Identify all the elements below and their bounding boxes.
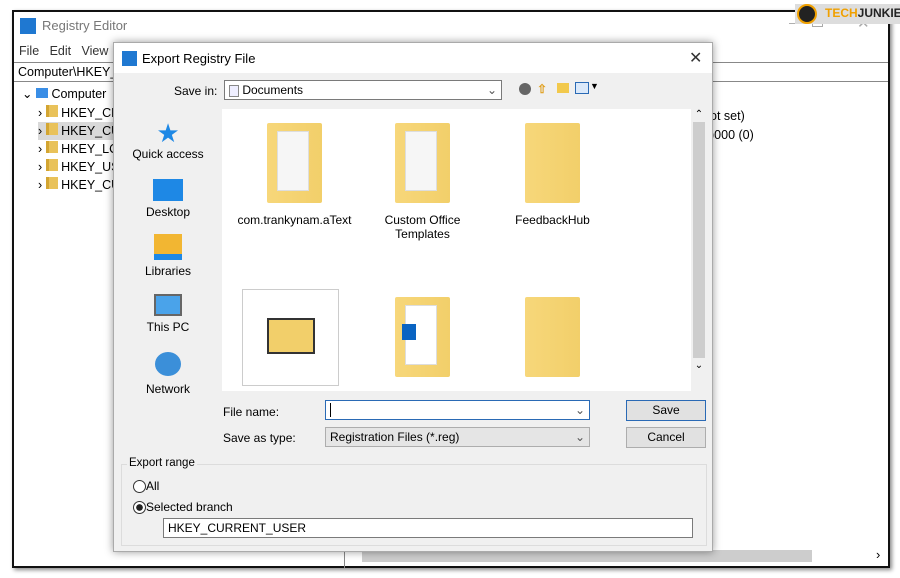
registry-folder-icon: [266, 318, 315, 354]
value-data: )000 (0): [710, 128, 754, 142]
place-network[interactable]: Network: [123, 352, 213, 396]
regedit-icon: [122, 51, 137, 66]
file-item[interactable]: [360, 297, 485, 377]
outlook-folder-icon: [395, 297, 450, 377]
star-icon: ★: [156, 118, 180, 148]
regedit-icon: [20, 18, 36, 34]
menu-edit[interactable]: Edit: [50, 44, 72, 58]
tree-computer[interactable]: ⌄ Computer: [22, 86, 106, 101]
computer-icon: [35, 88, 48, 98]
computer-icon: [154, 294, 182, 316]
documents-icon: [229, 84, 239, 97]
view-menu-icon[interactable]: [575, 82, 589, 94]
desktop-icon: [153, 179, 183, 201]
save-as-type-dropdown[interactable]: Registration Files (*.reg) ⌄: [325, 427, 590, 447]
branch-input[interactable]: HKEY_CURRENT_USER: [163, 518, 693, 538]
window-title: Registry Editor: [42, 18, 128, 33]
techjunkie-watermark: TECHJUNKIE: [795, 4, 900, 24]
radio-selected-branch[interactable]: Selected branch: [133, 500, 233, 515]
folder-icon: [45, 141, 58, 153]
export-range-label: Export range: [127, 457, 197, 469]
folder-icon: [45, 159, 58, 171]
scroll-down-icon[interactable]: ⌄: [691, 360, 707, 371]
place-quick-access[interactable]: ★ Quick access: [123, 119, 213, 161]
place-this-pc[interactable]: This PC: [123, 294, 213, 334]
folder-icon: [525, 123, 580, 203]
save-in-dropdown[interactable]: Documents ⌄: [224, 80, 502, 100]
back-icon[interactable]: [519, 83, 531, 95]
export-registry-dialog: Export Registry File ✕ Save in: Document…: [113, 42, 713, 552]
save-as-type-label: Save as type:: [223, 431, 296, 445]
scroll-right-icon[interactable]: ›: [876, 547, 880, 562]
scroll-up-icon[interactable]: ⌃: [691, 109, 707, 120]
folder-icon: [45, 105, 58, 117]
folder-icon: [395, 123, 450, 203]
vertical-scrollbar[interactable]: ⌃ ⌄: [691, 109, 707, 391]
folder-icon: [525, 297, 580, 377]
network-icon: [155, 352, 181, 376]
chevron-down-icon: ⌄: [486, 83, 497, 97]
file-item-selected[interactable]: [242, 289, 339, 386]
menu-file[interactable]: File: [19, 44, 39, 58]
dialog-close-button[interactable]: ✕: [689, 48, 702, 68]
scroll-thumb[interactable]: [693, 122, 705, 358]
dialog-title: Export Registry File: [142, 51, 256, 66]
view-dropdown-arrow-icon[interactable]: ▼: [590, 81, 599, 91]
save-in-label: Save in:: [174, 84, 218, 98]
libraries-icon: [154, 234, 182, 260]
folder-icon: [45, 123, 58, 135]
place-desktop[interactable]: Desktop: [123, 179, 213, 219]
file-item[interactable]: FeedbackHub: [490, 123, 615, 227]
file-name-label: File name:: [223, 405, 280, 419]
radio-all[interactable]: All: [133, 479, 159, 494]
file-item[interactable]: [490, 297, 615, 377]
folder-icon: [45, 177, 58, 189]
menu-bar: File Edit View: [19, 44, 108, 58]
folder-icon: [267, 123, 322, 203]
file-item[interactable]: Custom Office Templates: [360, 123, 485, 241]
place-libraries[interactable]: Libraries: [123, 234, 213, 278]
cancel-button[interactable]: Cancel: [626, 427, 706, 448]
value-data: ot set): [710, 109, 745, 123]
new-folder-icon[interactable]: [557, 83, 569, 93]
places-bar: ★ Quick access Desktop Libraries This PC …: [123, 109, 213, 455]
up-folder-icon[interactable]: ⇧: [537, 82, 547, 96]
file-list[interactable]: com.trankynam.aText Custom Office Templa…: [222, 109, 707, 391]
menu-view[interactable]: View: [82, 44, 109, 58]
file-item[interactable]: com.trankynam.aText: [232, 123, 357, 227]
tree-root-label: Computer: [51, 87, 107, 101]
techjunkie-logo-icon: [797, 4, 817, 24]
file-name-input[interactable]: ⌄: [325, 400, 590, 420]
save-button[interactable]: Save: [626, 400, 706, 421]
